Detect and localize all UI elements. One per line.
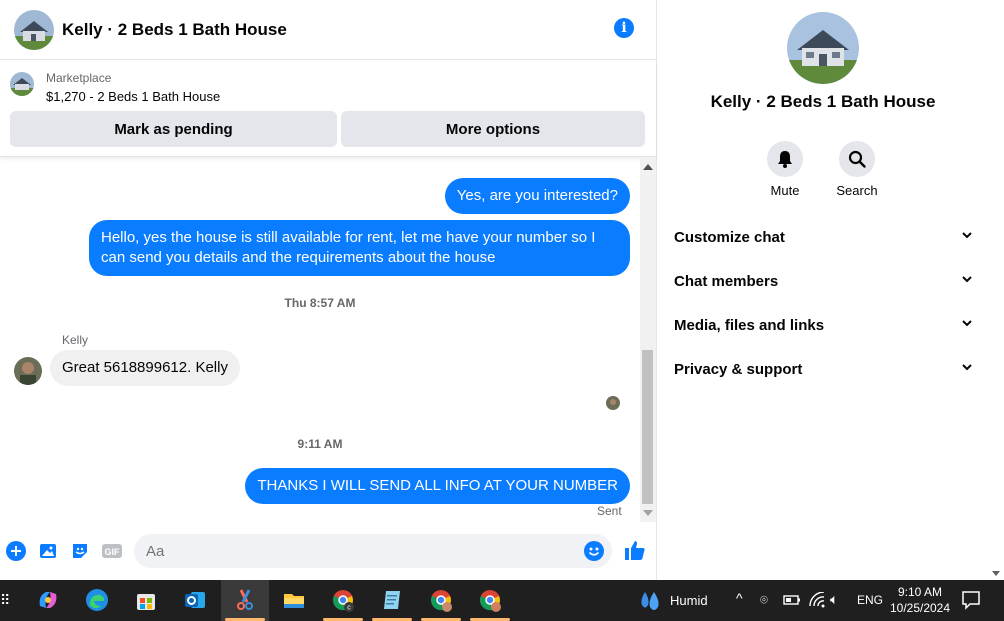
privacy-support-section[interactable]: Privacy & support [674, 357, 974, 381]
sender-name: Kelly [62, 333, 89, 347]
listing-avatar[interactable] [14, 9, 54, 50]
edge-browser-icon[interactable] [85, 588, 109, 612]
notification-icon[interactable] [961, 590, 981, 610]
svg-text:GIF: GIF [105, 547, 121, 557]
listing-thumbnail[interactable] [10, 72, 34, 96]
media-files-links-section[interactable]: Media, files and links [674, 313, 974, 337]
copilot-icon[interactable] [36, 588, 60, 612]
scroll-down-arrow[interactable] [992, 571, 1000, 576]
more-options-button[interactable]: More options [341, 111, 645, 147]
listing-photo[interactable] [787, 12, 859, 84]
chrome-profile-2-icon[interactable] [478, 588, 502, 612]
chat-members-section[interactable]: Chat members [674, 269, 974, 293]
marketplace-label: Marketplace [46, 71, 112, 85]
chevron-up-icon[interactable]: ^ [736, 590, 743, 606]
search-label: Search [836, 183, 878, 198]
sticker-icon[interactable] [70, 541, 90, 561]
gif-icon[interactable]: GIF [101, 541, 122, 561]
customize-chat-section[interactable]: Customize chat [674, 225, 974, 249]
snipping-tool-icon[interactable] [233, 588, 257, 612]
mark-as-pending-button[interactable]: Mark as pending [10, 111, 337, 147]
message-bubble-incoming[interactable]: Great 5618899612. Kelly [50, 350, 240, 386]
clock-time: 9:10 AM [897, 585, 943, 599]
chat-header: Kelly · 2 Beds 1 Bath House i [0, 0, 656, 60]
chrome-profile-c-icon[interactable]: c [331, 588, 355, 612]
message-bubble-outgoing[interactable]: Hello, yes the house is still available … [89, 220, 630, 276]
volume-icon[interactable]: 🔈︎ [830, 591, 838, 608]
kelly-avatar[interactable] [14, 357, 42, 385]
section-label: Media, files and links [674, 316, 825, 334]
photo-icon[interactable] [38, 541, 58, 561]
outlook-icon[interactable] [183, 588, 207, 612]
section-label: Privacy & support [674, 360, 803, 378]
messenger-window: Kelly · 2 Beds 1 Bath House i Marketplac… [0, 0, 1004, 580]
read-receipt-avatar [606, 396, 620, 410]
marketplace-banner: Marketplace $1,270 - 2 Beds 1 Bath House… [0, 61, 656, 157]
taskbar-edge-icon[interactable]: ⠿ [0, 592, 10, 609]
chrome-profile-icon[interactable] [429, 588, 453, 612]
search-button[interactable]: Search [827, 141, 887, 198]
wifi-icon[interactable] [808, 591, 826, 608]
notepad-icon[interactable] [380, 588, 404, 612]
message-bubble-outgoing[interactable]: Yes, are you interested? [444, 178, 630, 214]
timestamp: Thu 8:57 AM [284, 296, 356, 310]
chat-title[interactable]: Kelly · 2 Beds 1 Bath House [62, 20, 287, 40]
message-list: Yes, are you interested? Hello, yes the … [0, 158, 640, 522]
chevron-down-icon [960, 228, 974, 246]
message-input-box[interactable] [134, 534, 612, 568]
listing-title[interactable]: $1,270 - 2 Beds 1 Bath House [46, 89, 220, 104]
plus-icon[interactable] [6, 541, 26, 561]
bell-icon[interactable] [767, 141, 803, 177]
panel-title: Kelly · 2 Beds 1 Bath House [710, 92, 936, 111]
meet-now-icon[interactable]: ⌾ [760, 592, 768, 608]
chat-details-panel: Kelly · 2 Beds 1 Bath House Mute Search … [658, 0, 988, 580]
language-indicator[interactable]: ENG [857, 593, 883, 607]
taskbar: ⠿ c Humid ^ ⌾ 🔈︎ ENG 9:10 AM 10/25/2024 [0, 580, 1004, 621]
message-input[interactable] [134, 534, 554, 568]
chevron-down-icon [960, 316, 974, 334]
mute-button[interactable]: Mute [755, 141, 815, 198]
scroll-thumb[interactable] [642, 350, 653, 504]
microsoft-store-icon[interactable] [134, 588, 158, 612]
emoji-icon[interactable] [584, 541, 604, 561]
panel-scrollbar[interactable] [988, 0, 1004, 580]
clock[interactable]: 9:10 AM 10/25/2024 [885, 584, 955, 616]
chevron-down-icon [960, 272, 974, 290]
scroll-down-arrow[interactable] [643, 510, 653, 516]
info-icon[interactable]: i [614, 18, 634, 38]
search-icon[interactable] [839, 141, 875, 177]
file-explorer-icon[interactable] [282, 588, 306, 612]
like-icon[interactable] [624, 539, 645, 560]
message-scrollbar[interactable] [640, 158, 656, 522]
scroll-up-arrow[interactable] [643, 164, 653, 170]
mute-label: Mute [770, 183, 800, 198]
chevron-down-icon [960, 360, 974, 378]
timestamp: 9:11 AM [297, 437, 343, 451]
section-label: Chat members [674, 272, 779, 290]
composer: GIF [0, 526, 656, 576]
weather-label[interactable]: Humid [670, 593, 708, 608]
chat-pane: Kelly · 2 Beds 1 Bath House i Marketplac… [0, 0, 657, 580]
section-label: Customize chat [674, 228, 785, 246]
battery-icon[interactable] [783, 593, 801, 607]
message-bubble-outgoing[interactable]: THANKS I WILL SEND ALL INFO AT YOUR NUMB… [245, 468, 630, 504]
weather-raindrop-icon[interactable] [638, 589, 664, 613]
svg-text:c: c [347, 605, 351, 612]
clock-date: 10/25/2024 [889, 601, 951, 615]
message-status: Sent [597, 504, 622, 518]
